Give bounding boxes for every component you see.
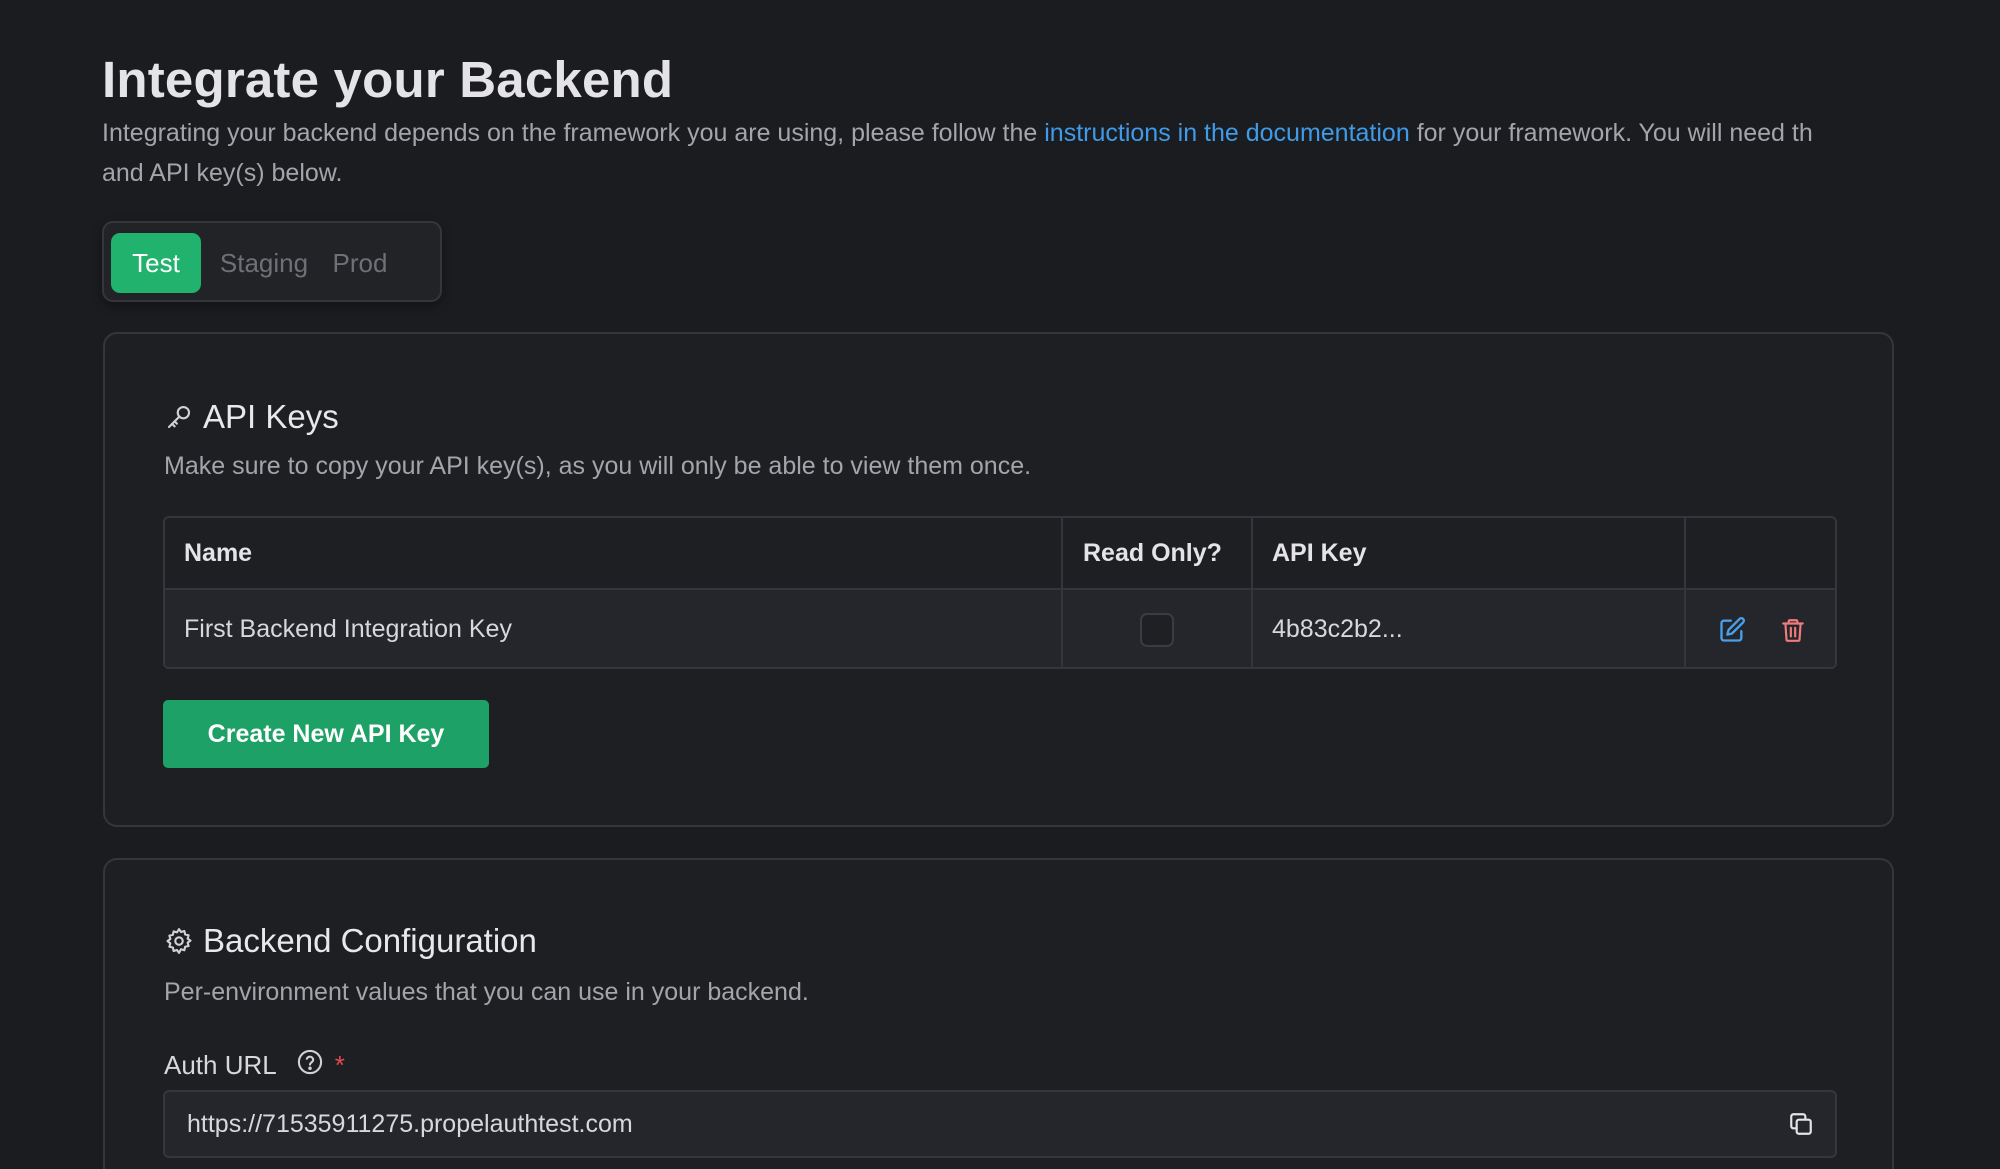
help-icon[interactable] bbox=[296, 1048, 324, 1083]
column-header-name: Name bbox=[165, 518, 1063, 588]
environment-toggle: Test Staging Prod bbox=[102, 221, 442, 302]
key-name-cell: First Backend Integration Key bbox=[165, 590, 1063, 667]
api-key-cell: 4b83c2b2... bbox=[1253, 590, 1686, 667]
api-keys-card: API Keys Make sure to copy your API key(… bbox=[103, 332, 1894, 827]
column-header-actions bbox=[1686, 518, 1835, 588]
row-actions bbox=[1715, 613, 1810, 647]
intro-line-2: and API key(s) below. bbox=[102, 159, 343, 187]
api-keys-description: Make sure to copy your API key(s), as yo… bbox=[164, 452, 1032, 480]
intro-line-1: Integrating your backend depends on the … bbox=[102, 113, 2000, 153]
auth-url-label: Auth URL bbox=[164, 1050, 277, 1080]
auth-url-value: https://71535911275.propelauthtest.com bbox=[187, 1110, 633, 1138]
backend-config-heading: Backend Configuration bbox=[164, 922, 537, 960]
auth-url-label-row: Auth URL * bbox=[164, 1048, 345, 1083]
intro-text: Integrating your backend depends on the … bbox=[102, 113, 2000, 193]
api-keys-title: API Keys bbox=[203, 398, 339, 435]
actions-cell bbox=[1686, 590, 1835, 667]
key-icon bbox=[164, 402, 194, 432]
tab-test[interactable]: Test bbox=[111, 233, 201, 293]
read-only-cell bbox=[1063, 590, 1253, 667]
gear-icon bbox=[164, 926, 194, 956]
page: Integrate your Backend Integrating your … bbox=[0, 0, 2000, 1169]
api-keys-heading: API Keys bbox=[164, 398, 339, 436]
required-marker: * bbox=[334, 1050, 345, 1080]
read-only-checkbox[interactable] bbox=[1140, 612, 1174, 647]
column-header-api-key: API Key bbox=[1253, 518, 1686, 588]
column-header-read-only: Read Only? bbox=[1063, 518, 1253, 588]
intro-text-after: for your framework. You will need th bbox=[1409, 119, 1813, 147]
backend-config-card: Backend Configuration Per-environment va… bbox=[103, 858, 1894, 1169]
edit-icon[interactable] bbox=[1715, 613, 1749, 647]
backend-config-description: Per-environment values that you can use … bbox=[164, 978, 809, 1006]
table-row: First Backend Integration Key 4b83c2b2..… bbox=[165, 590, 1835, 667]
tab-prod[interactable]: Prod bbox=[324, 233, 396, 293]
tab-staging[interactable]: Staging bbox=[212, 233, 316, 293]
page-title: Integrate your Backend bbox=[102, 51, 674, 108]
table-header-row: Name Read Only? API Key bbox=[165, 518, 1835, 590]
delete-icon[interactable] bbox=[1776, 613, 1810, 647]
create-api-key-button[interactable]: Create New API Key bbox=[163, 700, 489, 768]
intro-text-before: Integrating your backend depends on the … bbox=[102, 119, 1045, 147]
documentation-link[interactable]: instructions in the documentation bbox=[1044, 119, 1410, 147]
auth-url-field[interactable]: https://71535911275.propelauthtest.com bbox=[163, 1090, 1837, 1158]
backend-config-title: Backend Configuration bbox=[203, 922, 537, 959]
api-keys-table: Name Read Only? API Key First Backend In… bbox=[163, 516, 1837, 669]
copy-icon[interactable] bbox=[1785, 1107, 1817, 1141]
